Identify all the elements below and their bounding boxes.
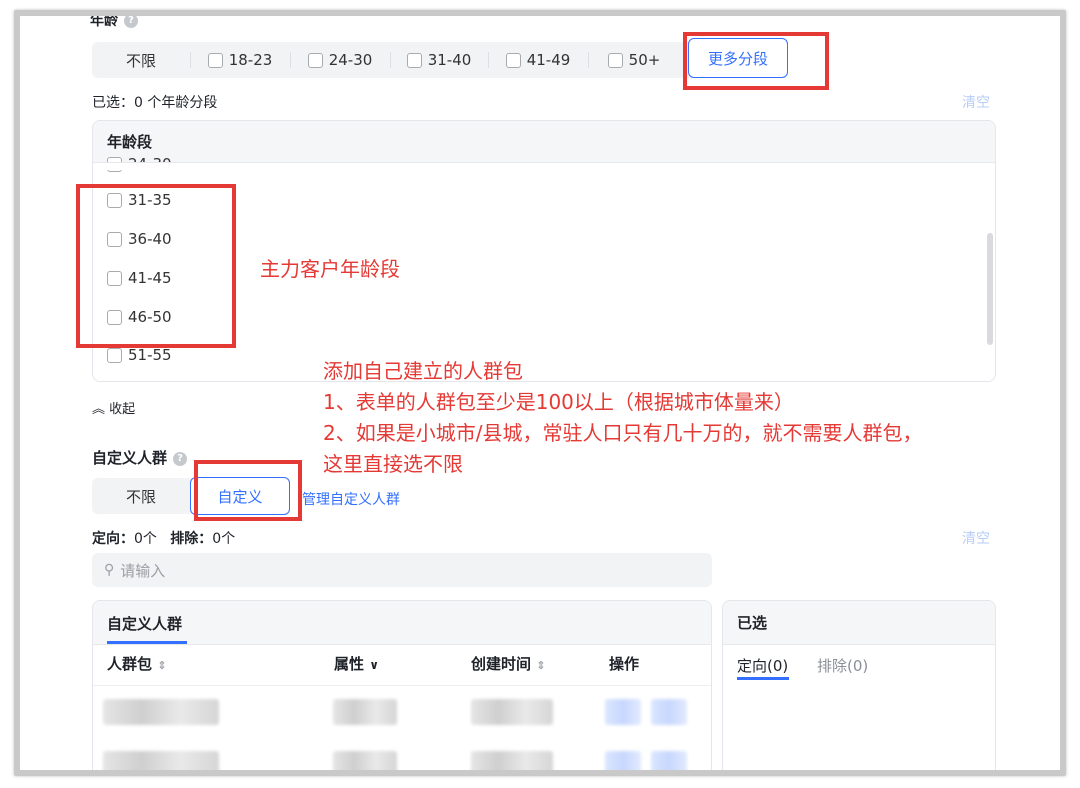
age-option-label: 50+ [628,51,661,69]
sort-icon: ⇕ [157,659,167,672]
checkbox[interactable] [505,52,521,68]
sort-icon: ⇕ [536,659,546,672]
highlight-main-age-segments [76,184,236,348]
column-label: 属性 [334,655,365,673]
table-tabbar [93,601,711,645]
redacted-cell [333,751,397,770]
custom-clear-link[interactable]: 清空 [962,528,990,548]
annotation-line: 添加自己建立的人群包 [323,359,523,383]
manage-custom-audience-link[interactable]: 管理自定义人群 [302,489,400,509]
age-segment-label: 51-55 [128,346,172,364]
checkbox[interactable] [307,52,323,68]
annotation-line: 2、如果是小城市/县城，常驻人口只有几十万的，就不需要人群包， [323,421,923,445]
chevron-up-icon: ︽ [92,402,106,417]
redacted-action-target[interactable] [605,751,641,770]
tab-selected-target[interactable]: 定向(0) [737,655,788,676]
age-selected-summary: 已选：0 个年龄分段 [92,95,218,111]
age-option-41-49[interactable]: 41-49 [488,42,588,78]
age-option-label: 不限 [125,51,156,70]
exclude-count: 0个 [212,531,236,547]
custom-audience-label: 自定义人群? [92,447,188,468]
column-created-time[interactable]: 创建时间 ⇕ [471,653,545,674]
custom-audience-table: 自定义人群 人群包 ⇕ 属性 ∨ 创建时间 ⇕ 操作 [92,600,712,770]
age-option-label: 31-40 [427,51,472,69]
age-label: 年龄? [90,13,138,30]
checkbox[interactable] [207,52,223,68]
annotation-line: 1、表单的人群包至少是100以上（根据城市体量来） [323,390,794,414]
question-circle-icon[interactable]: ? [124,16,138,28]
redacted-action-exclude[interactable] [651,751,687,770]
age-segment-row[interactable]: 51-55 [107,346,172,364]
age-option-label: 18-23 [228,51,273,69]
search-placeholder: 请输入 [120,561,166,580]
highlight-custom-option [194,460,302,521]
custom-option-label: 不限 [125,487,156,506]
redacted-action-exclude[interactable] [651,699,687,725]
custom-option-unlimited[interactable]: 不限 [92,478,190,514]
search-input[interactable]: ⚲ 请输入 [92,553,712,587]
age-clear-link[interactable]: 清空 [962,92,990,112]
target-prefix: 定向： [92,531,134,547]
targeting-panel: 年龄? 不限 18-23 24-30 31-40 41-49 50+ 更多分段 … [20,16,1060,770]
question-circle-icon[interactable]: ? [173,451,188,466]
column-label: 创建时间 [471,655,532,673]
column-audience-package[interactable]: 人群包 ⇕ [107,653,166,674]
exclude-prefix: 排除： [170,531,213,547]
chevron-down-icon: ∨ [369,658,379,672]
age-segment-panel-header: 年龄段 [93,121,995,163]
screenshot-frame: 年龄? 不限 18-23 24-30 31-40 41-49 50+ 更多分段 … [14,10,1066,776]
target-count: 0个 [134,531,157,547]
checkbox[interactable] [406,52,422,68]
column-label: 人群包 [107,655,153,673]
tab-selected-exclude[interactable]: 排除(0) [817,655,868,676]
target-exclude-summary: 定向：0个 排除：0个 [92,528,235,548]
redacted-cell [471,699,553,725]
tab-custom-audience[interactable]: 自定义人群 [107,613,182,634]
redacted-action-target[interactable] [605,699,641,725]
collapse-toggle[interactable]: ︽ 收起 [92,398,135,417]
annotation-main-age: 主力客户年龄段 [260,257,400,281]
redacted-cell [471,751,553,770]
age-label-text: 年龄 [90,13,118,29]
tab-active-indicator [737,677,789,680]
age-option-50-plus[interactable]: 50+ [588,42,680,78]
panel-header-divider [93,162,995,170]
tab-active-indicator [107,641,187,644]
column-attribute[interactable]: 属性 ∨ [334,653,379,674]
column-actions: 操作 [609,655,640,673]
age-option-31-40[interactable]: 31-40 [390,42,488,78]
redacted-cell [103,699,219,725]
redacted-cell [333,699,397,725]
collapse-label: 收起 [109,402,136,417]
checkbox[interactable] [607,52,623,68]
selected-panel: 已选 定向(0) 排除(0) [722,600,996,770]
annotation-line: 这里直接选不限 [323,452,463,476]
age-option-label: 41-49 [526,51,571,69]
age-option-18-23[interactable]: 18-23 [190,42,290,78]
age-option-unlimited[interactable]: 不限 [92,42,190,78]
age-option-label: 24-30 [328,51,373,69]
selected-panel-title: 已选 [723,601,995,645]
redacted-cell [103,751,219,770]
search-icon: ⚲ [104,562,115,578]
table-divider [93,685,711,686]
custom-audience-label-text: 自定义人群 [92,449,168,467]
checkbox[interactable] [107,347,122,363]
highlight-more-segments [683,32,829,90]
age-option-24-30[interactable]: 24-30 [290,42,390,78]
age-panel-scrollbar[interactable] [987,233,993,345]
